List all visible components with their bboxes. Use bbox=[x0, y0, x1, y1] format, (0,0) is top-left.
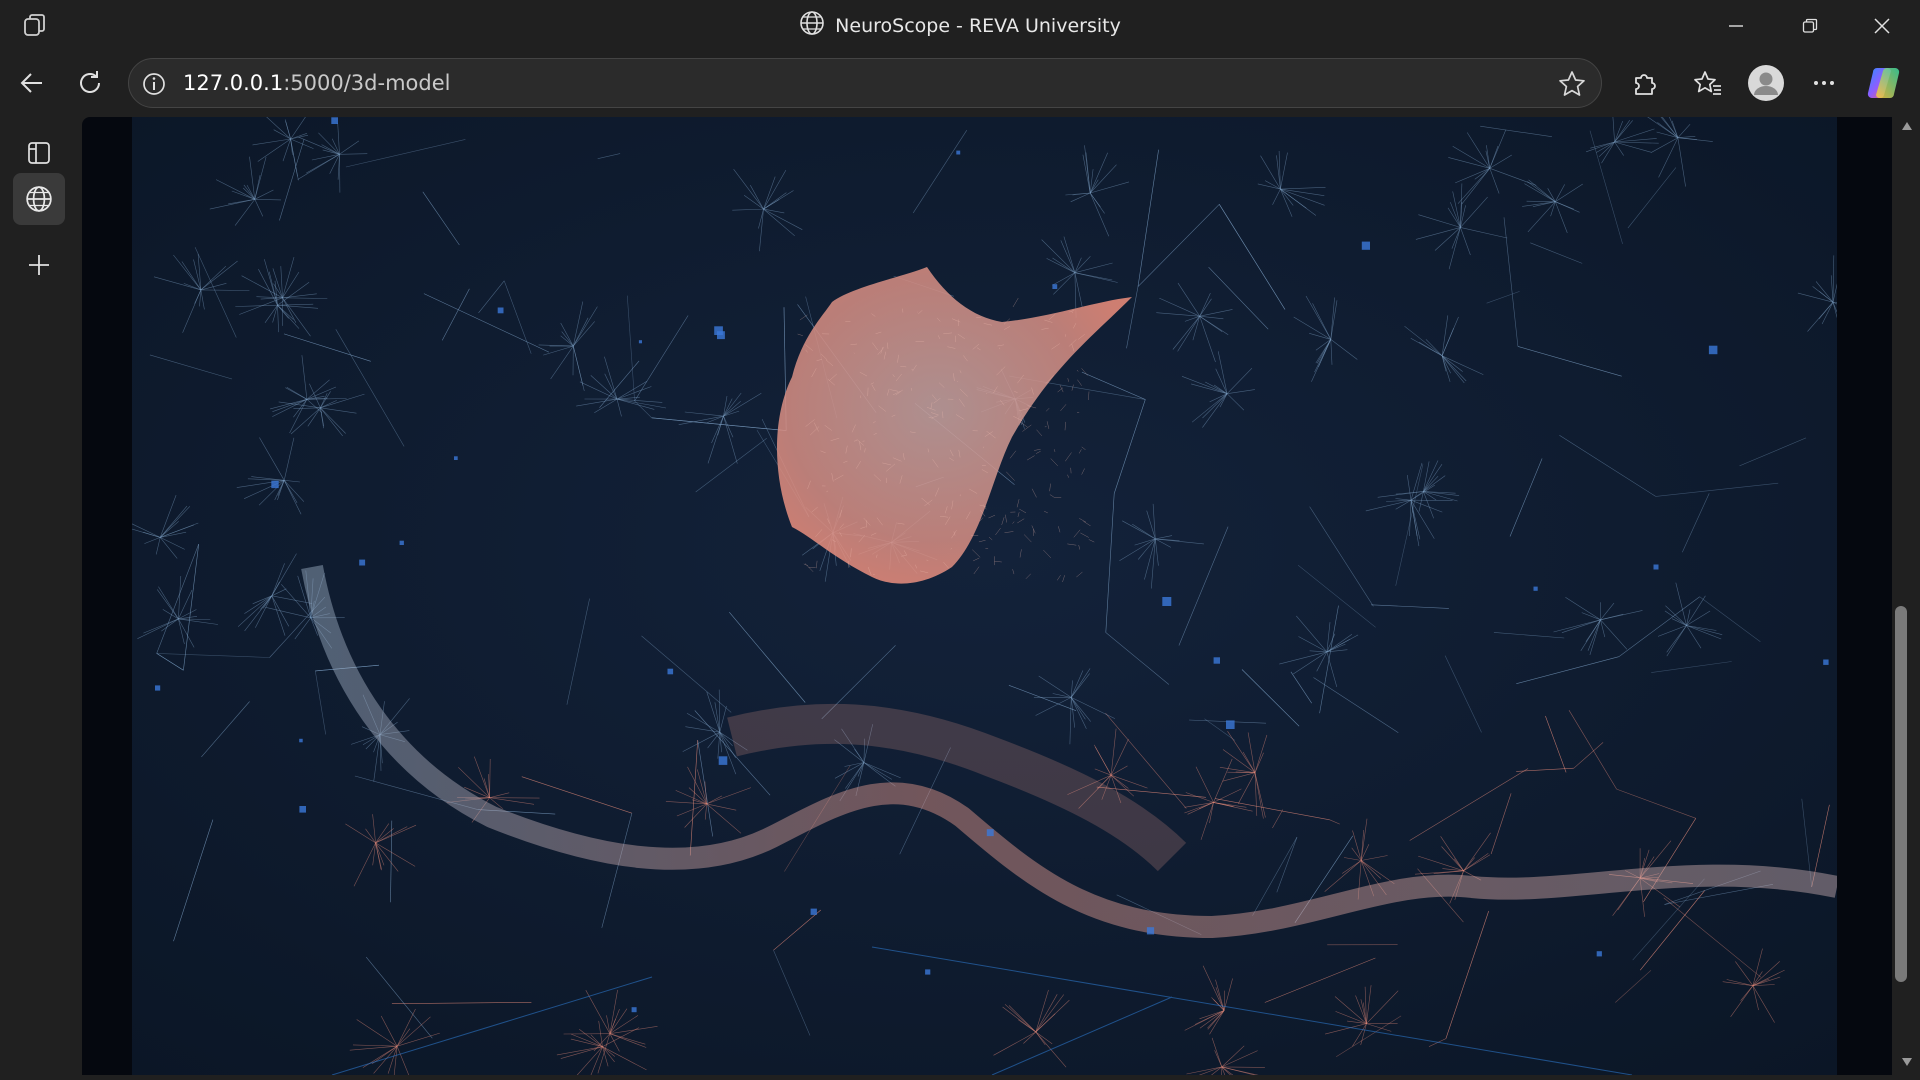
url-host: 127.0.0.1 bbox=[183, 71, 284, 95]
workspaces-icon[interactable] bbox=[22, 13, 48, 39]
puzzle-icon bbox=[1635, 74, 1656, 95]
favorites-icon bbox=[1694, 71, 1721, 95]
back-arrow-icon bbox=[20, 73, 42, 93]
more-icon bbox=[1814, 81, 1834, 85]
vertical-tabs-sidebar bbox=[0, 117, 78, 1080]
more-button[interactable] bbox=[1802, 61, 1846, 105]
window-title: NeuroScope - REVA University bbox=[835, 14, 1121, 37]
globe-icon bbox=[26, 186, 52, 212]
minimize-icon bbox=[1729, 24, 1743, 27]
globe-icon bbox=[799, 10, 825, 41]
3d-model-canvas[interactable] bbox=[119, 117, 1861, 1075]
tab-current[interactable] bbox=[13, 173, 65, 225]
brain-mesh-wireframe[interactable] bbox=[119, 117, 1861, 1075]
url-path: :5000/3d-model bbox=[283, 71, 451, 95]
url-text[interactable]: 127.0.0.1:5000/3d-model bbox=[183, 59, 450, 107]
star-icon[interactable] bbox=[1557, 69, 1587, 99]
favorites-button[interactable] bbox=[1686, 61, 1730, 105]
copilot-icon bbox=[1867, 67, 1900, 99]
reload-icon bbox=[80, 71, 100, 93]
scroll-up-icon[interactable] bbox=[1901, 121, 1913, 131]
back-button[interactable] bbox=[10, 61, 54, 105]
profile-button[interactable] bbox=[1744, 61, 1788, 105]
new-tab-button[interactable] bbox=[13, 239, 65, 291]
restore-icon bbox=[1802, 18, 1818, 33]
page-content bbox=[82, 117, 1892, 1075]
info-icon[interactable] bbox=[141, 71, 167, 97]
tab-actions-icon bbox=[28, 142, 50, 164]
copilot-button[interactable] bbox=[1862, 61, 1906, 105]
title-bar: NeuroScope - REVA University bbox=[0, 0, 1920, 51]
tab-actions-button[interactable] bbox=[13, 127, 65, 179]
close-button[interactable] bbox=[1852, 0, 1912, 51]
browser-toolbar: 127.0.0.1:5000/3d-model bbox=[0, 51, 1920, 117]
restore-button[interactable] bbox=[1780, 0, 1840, 51]
reload-button[interactable] bbox=[68, 61, 112, 105]
scroll-down-icon[interactable] bbox=[1901, 1057, 1913, 1067]
close-icon bbox=[1874, 17, 1890, 34]
address-bar[interactable]: 127.0.0.1:5000/3d-model bbox=[128, 58, 1602, 108]
profile-avatar-icon bbox=[1748, 65, 1784, 101]
scroll-thumb[interactable] bbox=[1895, 606, 1907, 982]
plus-icon bbox=[29, 255, 49, 275]
minimize-button[interactable] bbox=[1706, 0, 1766, 51]
extensions-button[interactable] bbox=[1622, 61, 1666, 105]
